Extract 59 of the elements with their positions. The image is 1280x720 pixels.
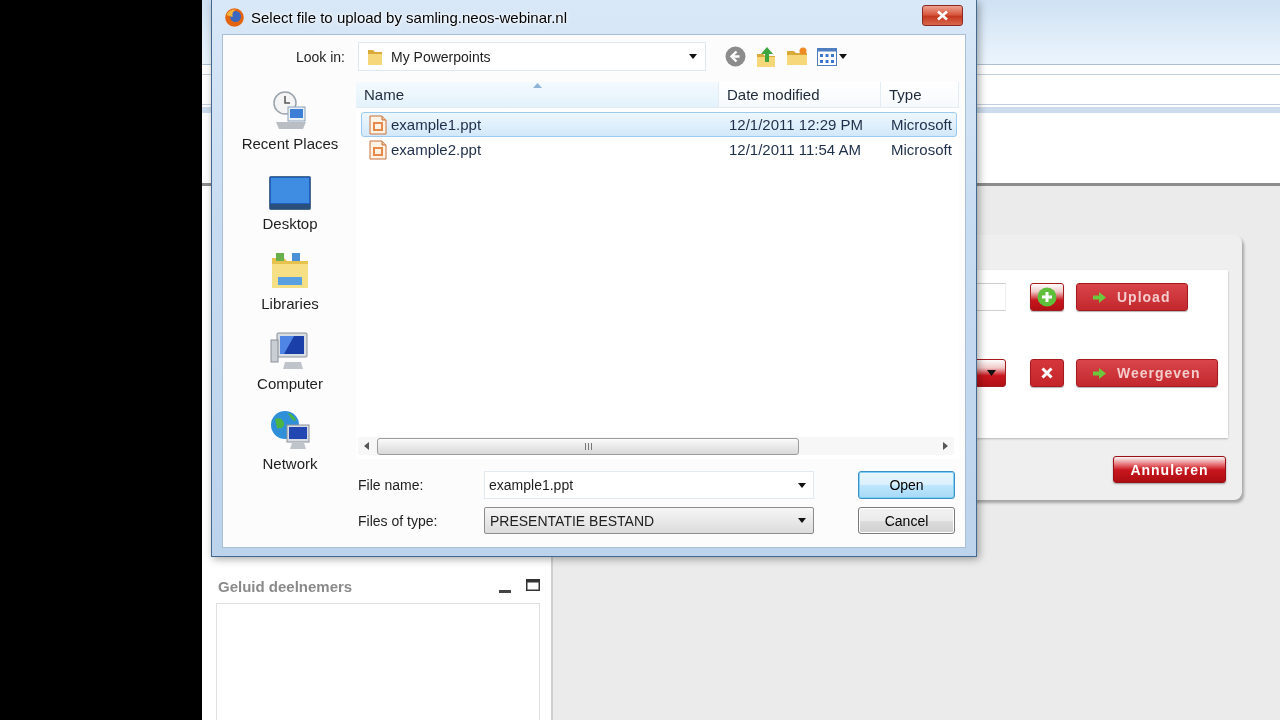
file-name-field[interactable]: example1.ppt — [484, 471, 814, 499]
dialog-button[interactable]: Open — [858, 471, 955, 499]
column-header[interactable]: Name — [356, 82, 719, 107]
form-cancel-button[interactable]: Annuleren — [1113, 456, 1226, 483]
presentation-file-icon — [369, 139, 387, 160]
file-row[interactable]: example2.ppt 12/1/2011 11:54 AM Microsoft — [361, 137, 957, 162]
view-caret-icon[interactable] — [839, 54, 847, 59]
date-modified-cell-text: 12/1/2011 11:54 AM — [728, 141, 863, 158]
scrollbar-thumb[interactable] — [377, 437, 799, 455]
view-grid-icon[interactable] — [817, 47, 837, 66]
arrow-right-icon — [1093, 367, 1106, 379]
look-in-label: Look in: — [295, 48, 345, 65]
places-item[interactable]: Network — [229, 408, 351, 488]
dropdown-caret-icon[interactable] — [798, 518, 806, 523]
places-item[interactable]: Recent Places — [229, 88, 351, 168]
back-icon[interactable] — [725, 46, 746, 67]
arrow-right-icon — [1093, 291, 1106, 303]
delete-button[interactable] — [1030, 359, 1064, 387]
maximize-icon[interactable] — [526, 578, 540, 591]
file-type-cell-text: Microsoft — [890, 116, 953, 133]
grip-icon — [584, 442, 592, 450]
places-item[interactable]: Libraries — [229, 248, 351, 328]
dialog-button[interactable]: Cancel — [858, 507, 955, 534]
network-icon — [270, 410, 310, 450]
file-name-label: File name: — [358, 477, 425, 493]
dropdown-caret-icon[interactable] — [689, 54, 697, 59]
file-name: example1.ppt — [391, 116, 482, 133]
computer-icon — [270, 332, 310, 370]
horizontal-scrollbar[interactable] — [358, 437, 954, 455]
dropdown-caret-icon[interactable] — [798, 482, 806, 488]
libraries-folder-icon — [270, 250, 310, 290]
file-row[interactable]: example1.ppt 12/1/2011 12:29 PM Microsoft — [361, 112, 957, 137]
add-button[interactable] — [1030, 283, 1064, 311]
up-folder-icon[interactable] — [755, 45, 777, 68]
dialog-title: Select file to upload by samling.neos-webinar.nl — [251, 8, 569, 26]
file-name: example2.ppt — [391, 141, 482, 158]
presentation-file-icon — [369, 114, 387, 135]
desktop-icon — [269, 176, 311, 210]
sort-arrow-icon — [533, 83, 542, 88]
folder-icon — [367, 47, 383, 66]
places-item[interactable]: Desktop — [229, 168, 351, 248]
app-icon — [225, 7, 244, 27]
look-in-dropdown[interactable]: My Powerpoints — [358, 42, 706, 71]
column-header[interactable]: Date modified — [719, 82, 881, 107]
caret-icon — [987, 370, 996, 376]
files-of-type-label: Files of type: — [358, 512, 439, 529]
scroll-right-icon[interactable] — [943, 442, 948, 450]
panel-title: Geluid deelnemers — [218, 578, 354, 595]
date-modified-cell-text: 12/1/2011 12:29 PM — [728, 116, 864, 133]
close-icon — [936, 10, 949, 21]
files-of-type-dropdown[interactable]: PRESENTATIE BESTAND — [484, 507, 814, 534]
file-type-cell-text: Microsoft — [890, 141, 953, 158]
x-icon — [1041, 367, 1053, 379]
scroll-left-icon[interactable] — [364, 442, 369, 450]
close-button[interactable] — [922, 5, 963, 26]
column-header[interactable]: Type — [881, 82, 959, 107]
minimize-icon[interactable] — [499, 589, 511, 593]
plus-icon — [1037, 287, 1057, 307]
places-item[interactable]: Computer — [229, 328, 351, 408]
